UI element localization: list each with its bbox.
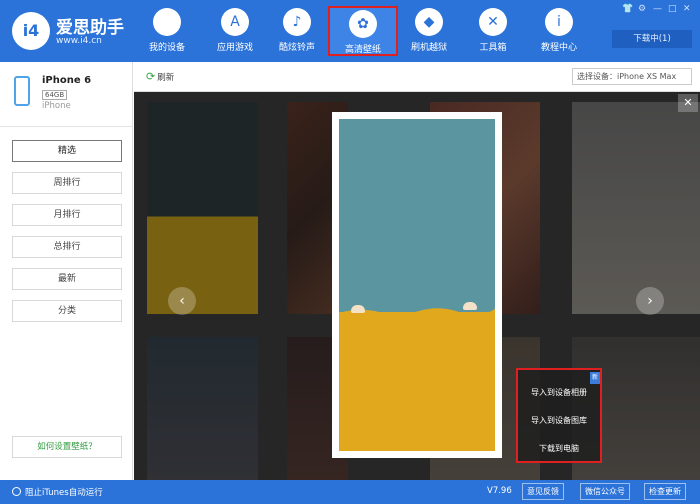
next-arrow-icon[interactable]: › xyxy=(636,287,664,315)
app-store-icon: A xyxy=(221,8,249,36)
nav-label: 教程中心 xyxy=(540,43,577,53)
sidebar-item-category[interactable]: 分类 xyxy=(12,300,122,322)
nav-ringtones[interactable]: ♪ 酷炫铃声 xyxy=(266,6,328,56)
import-to-gallery-button[interactable]: 导入到设备图库 xyxy=(518,408,600,434)
device-os: iPhone xyxy=(42,101,71,111)
sidebar-item-alltime[interactable]: 总排行 xyxy=(12,236,122,258)
top-header: i4 爱思助手 www.i4.cn 我的设备 A 应用游戏 ♪ 酷炫铃声 ✿ 高… xyxy=(0,0,700,62)
close-icon[interactable]: ✕ xyxy=(683,4,691,14)
app-url: www.i4.cn xyxy=(56,36,102,46)
shirt-icon[interactable]: 👕 xyxy=(622,4,633,14)
gear-icon[interactable]: ⚙ xyxy=(638,4,646,14)
wallpaper-preview xyxy=(332,112,502,458)
logo-mark: i4 xyxy=(12,12,50,50)
sidebar-item-newest[interactable]: 最新 xyxy=(12,268,122,290)
action-menu: 新 导入到设备相册 导入到设备图库 下载到电脑 xyxy=(516,368,602,463)
sand-area xyxy=(339,312,495,451)
device-select[interactable]: 选择设备：iPhone XS Max xyxy=(572,68,692,85)
itunes-label: 阻止iTunes自动运行 xyxy=(25,488,103,498)
maximize-icon[interactable]: □ xyxy=(668,4,677,14)
hand-right xyxy=(463,302,477,310)
nav-tutorials[interactable]: i 教程中心 xyxy=(528,6,590,56)
version-label: V7.96 xyxy=(487,486,512,496)
prev-arrow-icon[interactable]: ‹ xyxy=(168,287,196,315)
left-sidebar: iPhone 6 64GB iPhone 精选 周排行 月排行 总排行 最新 分… xyxy=(0,62,133,480)
hand-left xyxy=(351,305,365,313)
dropbox-icon: ◆ xyxy=(415,8,443,36)
download-to-pc-button[interactable]: 下载到电脑 xyxy=(518,436,600,462)
wallpaper-gallery: ✕ ‹ › 新 导入到设备相册 导入到设备图库 下载到电脑 xyxy=(134,92,700,480)
device-name: iPhone 6 xyxy=(42,75,92,86)
nav-toolbox[interactable]: ✕ 工具箱 xyxy=(462,6,524,56)
app-logo: i4 爱思助手 www.i4.cn xyxy=(12,10,124,52)
nav-label: 刷机越狱 xyxy=(410,43,447,53)
how-to-set-wallpaper-link[interactable]: 如何设置壁纸？ xyxy=(12,436,122,458)
nav-my-device[interactable]: 我的设备 xyxy=(136,6,198,56)
apple-icon xyxy=(153,8,181,36)
nav-label: 酷炫铃声 xyxy=(278,43,315,53)
phone-icon xyxy=(14,76,30,106)
sidebar-item-monthly[interactable]: 月排行 xyxy=(12,204,122,226)
toolbar: ⟳ 刷新 选择设备：iPhone XS Max xyxy=(134,62,700,92)
status-bar: 阻止iTunes自动运行 V7.96 意见反馈 微信公众号 检查更新 xyxy=(0,480,700,504)
feedback-button[interactable]: 意见反馈 xyxy=(522,483,564,500)
app-name: 爱思助手 xyxy=(56,18,124,38)
bell-icon: ♪ xyxy=(283,8,311,36)
preview-image xyxy=(339,119,495,451)
refresh-label: 刷新 xyxy=(157,73,175,83)
wechat-button[interactable]: 微信公众号 xyxy=(580,483,630,500)
nav-apps-games[interactable]: A 应用游戏 xyxy=(204,6,266,56)
radio-icon xyxy=(12,487,21,496)
info-icon: i xyxy=(545,8,573,36)
nav-label: 工具箱 xyxy=(479,43,507,53)
sidebar-item-featured[interactable]: 精选 xyxy=(12,140,122,162)
tools-icon: ✕ xyxy=(479,8,507,36)
refresh-button[interactable]: ⟳ 刷新 xyxy=(146,70,174,83)
nav-flash-jailbreak[interactable]: ◆ 刷机越狱 xyxy=(398,6,460,56)
capacity-badge: 64GB xyxy=(42,90,68,100)
downloading-button[interactable]: 下载中(1) xyxy=(612,30,692,48)
itunes-toggle[interactable]: 阻止iTunes自动运行 xyxy=(12,486,103,498)
nav-label: 应用游戏 xyxy=(216,43,253,53)
nav-label: 我的设备 xyxy=(148,43,185,53)
wallpaper-icon: ✿ xyxy=(349,10,377,38)
nav-label: 高清壁纸 xyxy=(344,45,381,55)
device-card: iPhone 6 64GB iPhone xyxy=(0,62,133,127)
import-to-album-button[interactable]: 导入到设备相册 xyxy=(518,380,600,406)
close-preview-icon[interactable]: ✕ xyxy=(678,94,698,112)
minimize-icon[interactable]: — xyxy=(653,4,662,14)
refresh-icon: ⟳ xyxy=(146,70,156,83)
nav-wallpapers[interactable]: ✿ 高清壁纸 xyxy=(328,6,398,56)
sidebar-item-weekly[interactable]: 周排行 xyxy=(12,172,122,194)
check-update-button[interactable]: 检查更新 xyxy=(644,483,686,500)
